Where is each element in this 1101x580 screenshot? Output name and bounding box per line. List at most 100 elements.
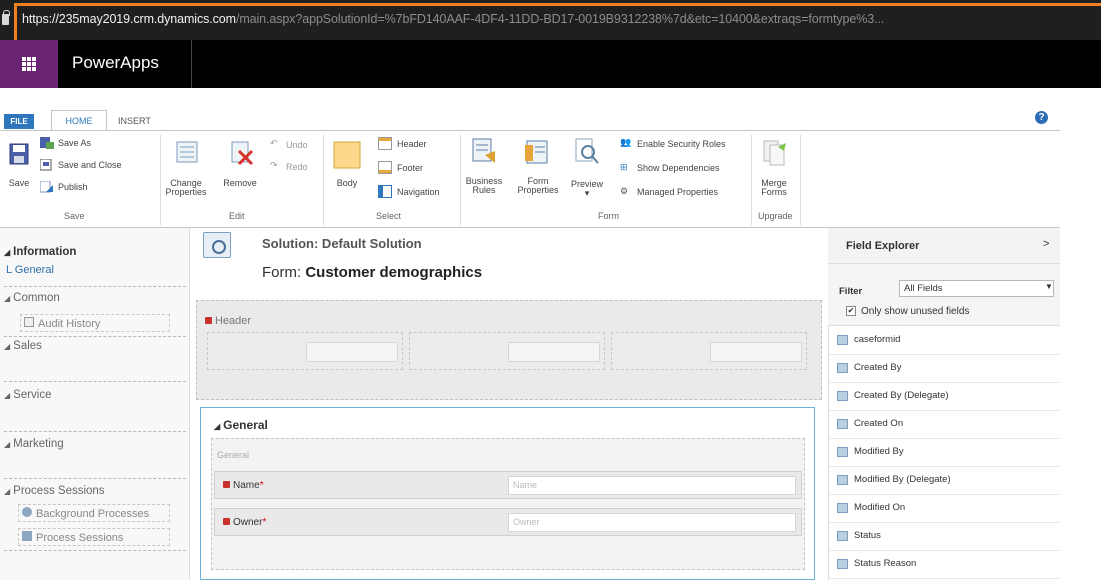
divider: [4, 550, 186, 551]
field-icon: [837, 503, 848, 513]
name-input[interactable]: Name: [508, 476, 796, 495]
save-close-label: Save and Close: [58, 160, 122, 170]
field-list-item-label: Status: [854, 530, 881, 541]
divider: [160, 135, 161, 225]
field-list-item[interactable]: Status Reason: [828, 551, 1060, 579]
help-icon[interactable]: ?: [1035, 111, 1048, 124]
field-icon: [837, 363, 848, 373]
field-list-item[interactable]: Modified By: [828, 439, 1060, 467]
undo-icon: ↶: [270, 138, 278, 148]
page-margin: [1060, 88, 1101, 580]
show-dependencies-label: Show Dependencies: [637, 163, 720, 173]
field-list-item[interactable]: Created By: [828, 355, 1060, 383]
save-as-icon: [40, 137, 54, 149]
header-label: Header: [205, 315, 251, 327]
tab-insert[interactable]: INSERT: [118, 114, 151, 129]
nav-information[interactable]: ◢ Information: [4, 246, 76, 258]
remove-icon: [231, 141, 254, 165]
save-as-label: Save As: [58, 138, 92, 148]
change-properties-icon: [176, 141, 198, 163]
field-icon: [837, 531, 848, 541]
header-icon: [378, 137, 392, 150]
field-list-item-label: Modified By (Delegate): [854, 474, 951, 485]
chevron-right-icon[interactable]: >: [1043, 238, 1049, 250]
save-close-icon: [40, 159, 52, 171]
undo-label: Undo: [286, 140, 308, 150]
lock-icon: [223, 518, 230, 525]
app-bar: PowerApps: [0, 40, 1101, 88]
general-section[interactable]: [211, 438, 805, 570]
navigation-label: Navigation: [397, 187, 440, 197]
group-upgrade-label: Upgrade: [758, 211, 793, 221]
field-list-item-label: Created By (Delegate): [854, 390, 949, 401]
field-label: Owner*: [223, 517, 266, 528]
merge-forms-label-2: Forms: [761, 187, 787, 197]
divider: [4, 478, 186, 479]
ribbon: Save Save As Save and Close Publish Save…: [0, 130, 1060, 228]
lock-icon: [2, 10, 10, 25]
field-icon: [837, 559, 848, 569]
app-root: https://235may2019.crm.dynamics.com/main…: [0, 0, 1101, 580]
footer-label: Footer: [397, 163, 424, 173]
lock-icon: [205, 317, 212, 324]
audit-history-icon: [24, 317, 34, 327]
field-list-item[interactable]: Status: [828, 523, 1060, 551]
field-list-item[interactable]: caseformid: [828, 327, 1060, 355]
nav-marketing[interactable]: ◢ Marketing: [4, 438, 64, 450]
field-list-item[interactable]: Modified By (Delegate): [828, 467, 1060, 495]
remove-label: Remove: [223, 178, 257, 188]
footer-icon: [378, 161, 392, 174]
nav-background-processes[interactable]: Background Processes: [18, 504, 170, 522]
security-roles-icon: 👥: [620, 137, 632, 147]
preview-icon: [575, 138, 599, 164]
field-list-item[interactable]: Created On: [828, 411, 1060, 439]
field-list-item[interactable]: Modified On: [828, 495, 1060, 523]
waffle-icon[interactable]: [0, 40, 58, 88]
owner-input[interactable]: Owner: [508, 513, 796, 532]
field-icon: [837, 335, 848, 345]
gear-icon: ⚙: [620, 186, 629, 196]
change-properties-label-2: Properties: [165, 187, 207, 197]
divider: [4, 286, 186, 287]
business-rules-label-2: Rules: [472, 185, 496, 195]
divider: [751, 135, 752, 225]
chevron-down-icon: ▼: [1045, 282, 1053, 291]
divider: [4, 431, 186, 432]
only-unused-checkbox[interactable]: ✔: [846, 306, 856, 316]
app-name[interactable]: PowerApps: [72, 53, 159, 73]
nav-sales[interactable]: ◢ Sales: [4, 340, 42, 352]
save-label: Save: [8, 178, 30, 188]
nav-service[interactable]: ◢ Service: [4, 389, 52, 401]
divider: [323, 135, 324, 225]
divider: [4, 336, 186, 337]
body-icon: [333, 141, 361, 169]
field-list-item[interactable]: Created By (Delegate): [828, 383, 1060, 411]
nav-audit-history[interactable]: Audit History: [20, 314, 170, 332]
nav-common[interactable]: ◢ Common: [4, 292, 60, 304]
form-title: Form: Customer demographics: [262, 264, 483, 281]
divider: [191, 40, 192, 88]
tab-file[interactable]: FILE: [4, 114, 34, 129]
publish-label: Publish: [58, 182, 88, 192]
filter-label: Filter: [839, 286, 863, 297]
field-icon: [837, 391, 848, 401]
field-list-item-label: Created By: [854, 362, 902, 373]
header-label: Header: [397, 139, 427, 149]
field-list-item-label: caseformid: [854, 334, 901, 345]
dependencies-icon: ⊞: [620, 162, 628, 172]
general-section-label: General: [217, 450, 250, 460]
nav-general-link[interactable]: L General: [6, 264, 54, 276]
process-sessions-icon: [22, 531, 32, 541]
tab-home[interactable]: HOME: [51, 110, 107, 131]
redo-icon: ↷: [270, 160, 278, 170]
field-name[interactable]: Name* Name: [214, 471, 802, 499]
divider: [800, 135, 801, 225]
field-icon: [837, 419, 848, 429]
filter-select[interactable]: All Fields: [899, 280, 1054, 297]
nav-process-sessions-item[interactable]: Process Sessions: [18, 528, 170, 546]
field-owner[interactable]: Owner* Owner: [214, 508, 802, 536]
header-field-box: [710, 342, 802, 362]
nav-process-sessions[interactable]: ◢ Process Sessions: [4, 485, 105, 497]
group-select-label: Select: [376, 211, 402, 221]
header-field-box: [508, 342, 600, 362]
